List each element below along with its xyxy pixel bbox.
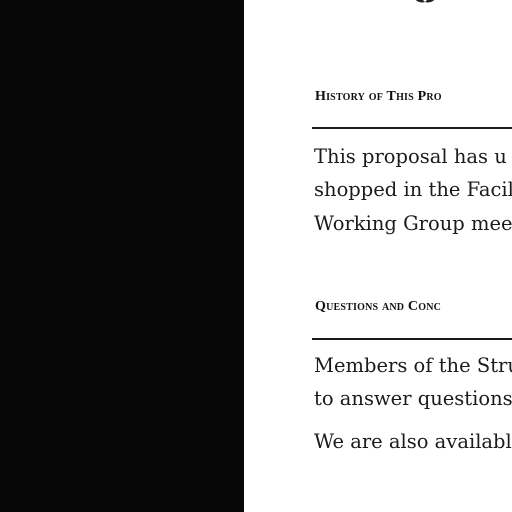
section-heading-questions: Questions and Conc: [315, 299, 442, 314]
paragraph-line: This proposal has u: [314, 145, 507, 168]
section-heading-history: History of This Pro: [315, 89, 442, 104]
paragraph-line: to answer questions: [314, 387, 512, 410]
section-divider: [312, 127, 512, 129]
paragraph-line: Working Group mee: [314, 212, 512, 235]
decorative-ornament-icon: [415, 0, 435, 3]
document-page: History of This Pro This proposal has u …: [244, 0, 512, 512]
black-scan-margin: [0, 0, 244, 512]
section-divider: [312, 338, 512, 340]
paragraph-line: Members of the Stru: [314, 354, 512, 377]
paragraph-line: shopped in the Facil: [314, 178, 512, 201]
paragraph-line: We are also availabl: [314, 430, 512, 453]
scanned-page: History of This Pro This proposal has u …: [0, 0, 512, 512]
